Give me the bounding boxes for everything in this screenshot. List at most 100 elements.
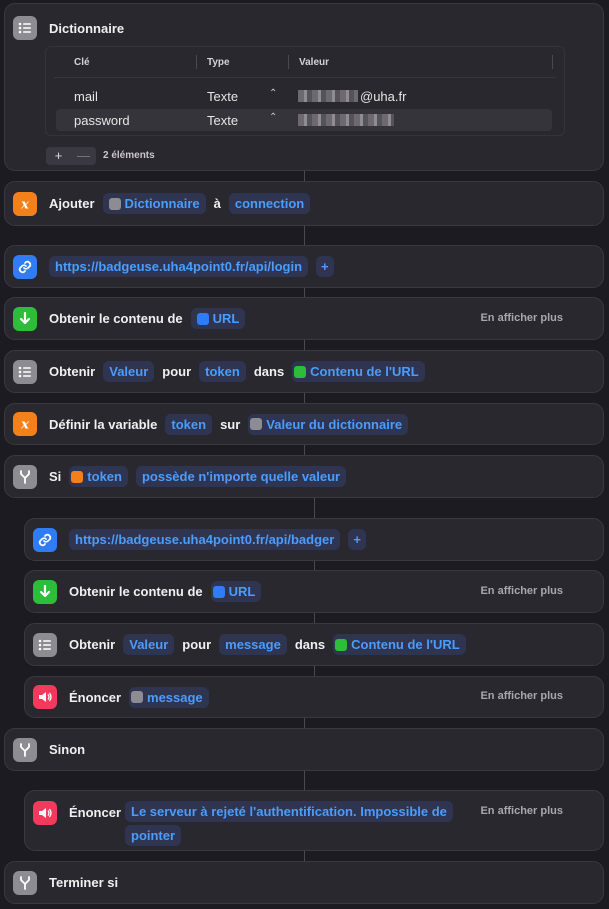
branch-icon (13, 737, 37, 762)
updown-chevron-icon[interactable]: ⌃ (269, 88, 277, 99)
branch-icon (13, 870, 37, 895)
redacted-value (298, 114, 394, 126)
row-type[interactable]: Texte (207, 89, 238, 104)
text-line: pointer (125, 825, 182, 846)
row-key[interactable]: password (74, 113, 130, 128)
connector-line (304, 225, 305, 245)
variable-token[interactable]: connection (228, 193, 311, 214)
list-icon (108, 197, 121, 210)
dictionary-token[interactable]: Dictionnaire (102, 193, 206, 214)
link-icon (13, 254, 37, 279)
dictionary-table[interactable]: Clé Type Valeur mail Texte ⌃ @uha.fr pas… (45, 46, 565, 136)
value-token[interactable]: Valeur (103, 361, 155, 382)
text-line: Le serveur à rejeté l'authentification. … (125, 801, 453, 822)
key-token[interactable]: token (199, 361, 246, 382)
action-label: pour (162, 364, 192, 379)
column-header-type: Type (207, 57, 230, 68)
action-label: Définir la variable (49, 416, 158, 432)
variable-token[interactable]: token (165, 413, 213, 435)
action-label: Ajouter (49, 196, 95, 211)
set-variable-action[interactable]: x Définir la variable token sur Valeur d… (4, 403, 604, 445)
svg-text:x: x (20, 197, 29, 212)
header-divider (54, 77, 556, 78)
download-arrow-icon (294, 365, 307, 378)
action-label: Obtenir le contenu de (69, 584, 203, 599)
branch-icon (13, 464, 37, 489)
get-contents-action[interactable]: Obtenir le contenu de URL En afficher pl… (4, 297, 604, 340)
get-dictionary-value-action[interactable]: Obtenir Valeur pour token dans Contenu d… (4, 350, 604, 393)
download-arrow-icon (13, 306, 37, 331)
download-arrow-icon (335, 638, 348, 651)
updown-chevron-icon[interactable]: ⌃ (269, 112, 277, 123)
show-more-button[interactable]: En afficher plus (480, 690, 563, 702)
variable-token[interactable]: token (69, 466, 128, 487)
show-more-button[interactable]: En afficher plus (480, 585, 563, 597)
row-key[interactable]: mail (74, 89, 98, 104)
link-icon (196, 312, 209, 325)
url-token[interactable]: https://badgeuse.uha4point0.fr/api/badge… (69, 529, 341, 550)
url-variable-token[interactable]: URL (210, 581, 262, 602)
add-item-button[interactable]: + (46, 147, 71, 165)
connector-line (304, 770, 305, 790)
add-url-button[interactable]: + (316, 256, 334, 277)
dictionary-action[interactable]: Dictionnaire Clé Type Valeur mail Texte … (4, 3, 604, 171)
dictionary-title: Dictionnaire (49, 20, 125, 36)
list-icon (33, 632, 57, 657)
add-to-variable-action[interactable]: x Ajouter Dictionnaire à connection (4, 181, 604, 226)
url-variable-token[interactable]: URL (190, 308, 246, 329)
dictionary-value-token[interactable]: Valeur du dictionnaire (248, 413, 409, 435)
redacted-value (298, 90, 358, 102)
show-more-button[interactable]: En afficher plus (480, 312, 563, 324)
speaker-icon (33, 685, 57, 709)
get-dictionary-value-action[interactable]: Obtenir Valeur pour message dans Contenu… (24, 623, 604, 666)
column-header-value: Valeur (299, 57, 330, 68)
action-label: dans (294, 637, 326, 652)
speak-text-action[interactable]: Énoncer Le serveur à rejeté l'authentifi… (24, 790, 604, 851)
row-value-suffix[interactable]: @uha.fr (360, 89, 406, 104)
svg-text:x: x (20, 418, 29, 433)
get-contents-action[interactable]: Obtenir le contenu de URL En afficher pl… (24, 570, 604, 613)
table-row[interactable]: mail Texte ⌃ @uha.fr (56, 85, 552, 107)
condition-token[interactable]: possède n'importe quelle valeur (135, 466, 347, 487)
otherwise-action[interactable]: Sinon (4, 728, 604, 771)
list-icon (250, 418, 263, 430)
action-label: sur (220, 416, 241, 432)
list-icon (13, 16, 37, 40)
action-label: à (213, 196, 221, 211)
action-label: Terminer si (49, 875, 119, 890)
url-action[interactable]: https://badgeuse.uha4point0.fr/api/login… (4, 245, 604, 288)
column-divider (288, 55, 289, 69)
speak-text-action[interactable]: Énoncer message En afficher plus (24, 676, 604, 718)
row-type[interactable]: Texte (207, 113, 238, 128)
value-token[interactable]: Valeur (123, 634, 175, 655)
add-url-button[interactable]: + (348, 529, 366, 550)
message-token[interactable]: message (129, 686, 209, 708)
link-icon (33, 527, 57, 552)
list-icon (131, 691, 144, 703)
action-label: Si (49, 469, 62, 484)
speaker-icon (33, 801, 57, 825)
add-remove-control[interactable]: + — (46, 147, 96, 165)
table-row[interactable]: password Texte ⌃ (56, 109, 552, 131)
remove-item-button[interactable]: — (71, 147, 96, 165)
action-label: Obtenir le contenu de (49, 311, 183, 326)
end-if-action[interactable]: Terminer si (4, 861, 604, 904)
url-contents-token[interactable]: Contenu de l'URL (333, 634, 466, 655)
url-contents-token[interactable]: Contenu de l'URL (292, 361, 425, 382)
connector-line (314, 560, 315, 570)
key-token[interactable]: message (219, 634, 287, 655)
url-action[interactable]: https://badgeuse.uha4point0.fr/api/badge… (24, 518, 604, 561)
list-icon (13, 359, 37, 384)
connector-line (304, 287, 305, 297)
link-icon (212, 585, 225, 598)
action-label: pour (182, 637, 212, 652)
variable-x-icon (71, 470, 84, 483)
item-count: 2 éléments (103, 150, 155, 161)
show-more-button[interactable]: En afficher plus (480, 805, 563, 817)
action-label: Énoncer (69, 689, 122, 705)
if-action[interactable]: Si token possède n'importe quelle valeur (4, 455, 604, 498)
column-divider (552, 55, 553, 69)
action-label: Énoncer (69, 805, 122, 820)
column-divider (196, 55, 197, 69)
url-token[interactable]: https://badgeuse.uha4point0.fr/api/login (49, 256, 309, 277)
